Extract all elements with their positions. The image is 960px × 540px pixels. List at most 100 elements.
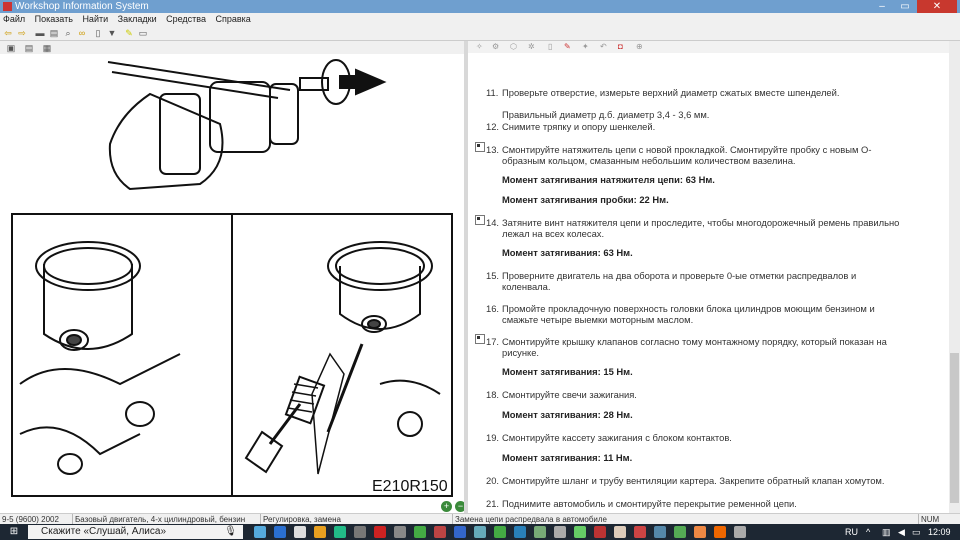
engine-illustration: E210R150 [11, 59, 453, 497]
step-text: Промойте прокладочную поверхность головк… [502, 303, 875, 314]
wrench-icon[interactable]: ✧ [476, 42, 483, 51]
measure-icon[interactable]: ⊕ [636, 42, 643, 51]
volume-icon[interactable]: ◀ [898, 524, 905, 540]
pdf-icon[interactable]: ▯ [93, 28, 103, 38]
step-item: 17. Смонтируйте крышку клапанов согласно … [486, 336, 887, 348]
car-icon[interactable]: ▬ [35, 28, 45, 38]
stop-icon[interactable]: ◘ [618, 42, 623, 51]
app-icon-1[interactable] [334, 526, 346, 538]
menu-view[interactable]: Показать [35, 14, 73, 24]
notification-icon[interactable]: ▭ [912, 524, 921, 540]
step-text: Момент затягивания пробки: 22 Нм. [502, 194, 669, 205]
step-text: Момент затягивания натяжителя цепи: 63 Н… [502, 174, 715, 185]
filter-icon[interactable]: ▼ [107, 28, 117, 38]
taskbar: ⊞ Скажите «Слушай, Алиса» 🎙 RU ^ ▥ ◀ ▭ 1… [0, 524, 960, 540]
menu-file[interactable]: Файл [3, 14, 25, 24]
torque-spec: Момент затягивания пробки: 22 Нм. [502, 194, 669, 206]
link-icon[interactable]: ✦ [582, 42, 589, 51]
app-icon-6[interactable] [434, 526, 446, 538]
network-icon[interactable]: ▥ [882, 524, 891, 540]
menu-help[interactable]: Справка [216, 14, 251, 24]
search-icon[interactable]: ⌕ [63, 28, 73, 38]
step-item: 21. Поднимите автомобиль и смонтируйте пе… [486, 498, 797, 510]
step-continuation: коленвала. [502, 281, 550, 293]
step-item: 11. Проверьте отверстие, измерьте верхний… [486, 87, 839, 99]
app-icon-11[interactable] [534, 526, 546, 538]
table-icon[interactable]: ▦ [42, 43, 52, 53]
zoom-in-icon[interactable]: + [441, 501, 452, 512]
step-13-marker-icon[interactable] [475, 142, 485, 152]
app-icon-12[interactable] [554, 526, 566, 538]
step-17-marker-icon[interactable] [475, 334, 485, 344]
back-arrow-icon[interactable]: ⇦ [3, 28, 13, 38]
app-icon-4[interactable] [394, 526, 406, 538]
document-icon[interactable]: ▤ [24, 43, 34, 53]
search-box[interactable]: Скажите «Слушай, Алиса» 🎙 [28, 525, 243, 539]
app-icon-18[interactable] [674, 526, 686, 538]
tool-icon[interactable]: ⚙ [492, 42, 499, 51]
app-icon-20[interactable] [714, 526, 726, 538]
gear-icon[interactable]: ✲ [528, 42, 535, 51]
binoculars-icon[interactable]: ∞ [77, 28, 87, 38]
step-continuation: смажьте четыре выемки моторным маслом. [502, 314, 693, 326]
tray-chevron-icon[interactable]: ^ [866, 524, 870, 540]
marker-icon[interactable]: ✎ [564, 42, 571, 51]
app-icon-17[interactable] [654, 526, 666, 538]
app-icon-16[interactable] [634, 526, 646, 538]
maximize-button[interactable]: ▭ [894, 0, 916, 13]
app-icon-9[interactable] [494, 526, 506, 538]
edge-icon[interactable] [274, 526, 286, 538]
pencil-icon[interactable]: ✎ [124, 28, 134, 38]
menu-bookmarks[interactable]: Закладки [118, 14, 157, 24]
step-number: 11. [486, 87, 499, 98]
step-number: 17. [486, 336, 500, 347]
right-detail [244, 241, 441, 475]
torque-spec: Момент затягивания: 28 Нм. [502, 409, 633, 421]
forward-arrow-icon[interactable]: ⇨ [17, 28, 27, 38]
step-text: Смонтируйте натяжитель цепи с новой прок… [502, 144, 872, 155]
search-placeholder: Скажите «Слушай, Алиса» [41, 526, 167, 537]
app-icon-5[interactable] [414, 526, 426, 538]
windows-start-icon[interactable]: ⊞ [3, 526, 25, 538]
torque-spec: Момент затягивания натяжителя цепи: 63 Н… [502, 174, 715, 186]
scrollbar-thumb[interactable] [950, 353, 959, 503]
app-icon-15[interactable] [614, 526, 626, 538]
app-icon-10[interactable] [514, 526, 526, 538]
close-button[interactable]: ✕ [917, 0, 957, 13]
step-number: 21. [486, 498, 500, 509]
keyboard-language[interactable]: RU [845, 524, 858, 540]
app-icon-8[interactable] [474, 526, 486, 538]
minimize-button[interactable]: – [871, 0, 893, 13]
bookmark-icon[interactable]: ▣ [6, 43, 16, 53]
app-icon-14[interactable] [594, 526, 606, 538]
clock[interactable]: 12:09 [928, 524, 951, 540]
step-item: 19. Смонтируйте кассету зажигания с блоко… [486, 432, 732, 444]
step-text: Момент затягивания: 11 Нм. [502, 452, 633, 463]
app-icon-19[interactable] [694, 526, 706, 538]
step-14-marker-icon[interactable] [475, 215, 485, 225]
taskview-icon[interactable] [254, 526, 266, 538]
menu-tools[interactable]: Средства [166, 14, 206, 24]
step-text: Правильный диаметр д.б. диаметр 3,4 - 3,… [502, 109, 710, 120]
app-icon-13[interactable] [574, 526, 586, 538]
menu-find[interactable]: Найти [82, 14, 108, 24]
step-number: 16. [486, 303, 500, 314]
chrome-icon[interactable] [294, 526, 306, 538]
step-text: лежал на всех колесах. [502, 228, 605, 239]
explorer-icon[interactable] [314, 526, 326, 538]
app-icon-21[interactable] [734, 526, 746, 538]
app-icon-2[interactable] [354, 526, 366, 538]
undo-icon[interactable]: ↶ [600, 42, 607, 51]
app-icon-7[interactable] [454, 526, 466, 538]
window-title: Workshop Information System [15, 1, 149, 12]
parts-icon[interactable]: ⬡ [510, 42, 517, 51]
app-icon-3[interactable] [374, 526, 386, 538]
microphone-icon[interactable]: 🎙 [224, 525, 237, 539]
page-icon[interactable]: ▯ [548, 42, 552, 51]
instructions-pane: 11. Проверьте отверстие, измерьте верхний… [468, 41, 949, 513]
print-icon[interactable]: ▤ [49, 28, 59, 38]
step-number: 18. [486, 389, 500, 400]
note-icon[interactable]: ▭ [138, 28, 148, 38]
torque-spec: Момент затягивания: 15 Нм. [502, 366, 633, 378]
vertical-scrollbar[interactable] [949, 41, 960, 513]
